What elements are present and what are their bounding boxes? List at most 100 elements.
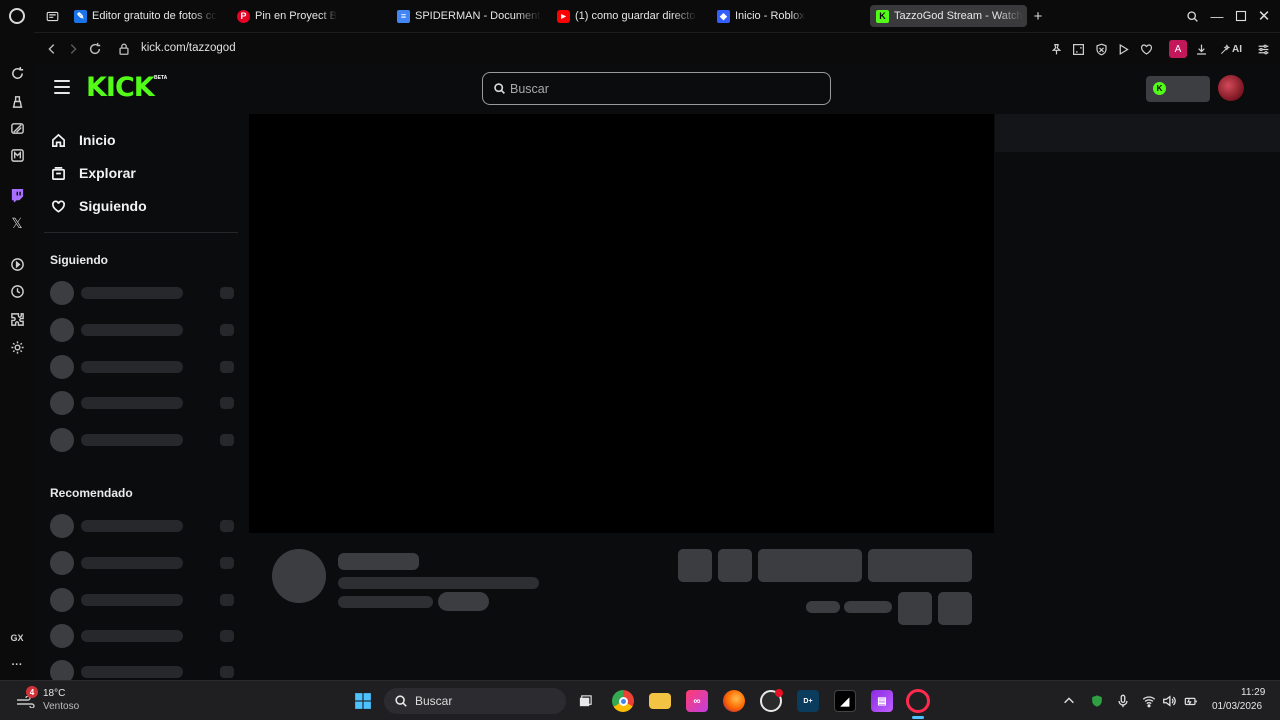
file-explorer-icon[interactable] [649, 693, 671, 709]
url-field[interactable]: kick.com/tazzogod [141, 42, 236, 54]
refresh-icon[interactable] [9, 65, 25, 81]
search-input[interactable]: Buscar [482, 72, 831, 105]
minimize-button[interactable]: — [1209, 8, 1225, 24]
maximize-button[interactable] [1233, 8, 1249, 24]
disney-plus-icon[interactable]: D+ [797, 690, 819, 712]
action-button-placeholder [678, 549, 712, 582]
kick-coin-icon: K [1153, 82, 1166, 95]
category-placeholder [338, 596, 433, 608]
pin-icon[interactable] [1048, 41, 1064, 57]
wand-icon [1221, 43, 1231, 54]
download-icon[interactable] [1193, 41, 1209, 57]
nav-item-explorar[interactable]: Explorar [50, 163, 136, 183]
pinterest-icon: P [237, 9, 250, 23]
more-button-placeholder [938, 592, 972, 625]
messenger-icon[interactable] [9, 147, 25, 163]
kick-logo[interactable]: KICK BETA [86, 74, 167, 102]
uptime-placeholder [844, 601, 892, 613]
chat-header-placeholder [995, 114, 1280, 152]
twitch-icon[interactable] [9, 187, 25, 203]
following-section-title: Siguiendo [50, 253, 108, 267]
kick-icon: K [876, 9, 889, 23]
nav-label-explorar: Explorar [79, 165, 136, 181]
show-hidden-icons[interactable] [1061, 693, 1076, 708]
close-button[interactable]: ✕ [1256, 8, 1272, 25]
windows-taskbar: 4 18°C Ventoso Buscar ∞ D+ ◢ ▤ 11:29 01/… [0, 680, 1280, 720]
settings-icon[interactable] [9, 339, 25, 355]
mods-icon[interactable] [9, 120, 25, 136]
microphone-icon[interactable] [1115, 693, 1130, 708]
start-icon[interactable] [352, 690, 374, 712]
firefox-icon[interactable] [723, 690, 745, 712]
weather-widget[interactable]: 4 18°C Ventoso [14, 685, 94, 717]
action-button-placeholder [868, 549, 972, 582]
more-icon[interactable]: ··· [9, 657, 25, 673]
nav-divider [44, 232, 238, 233]
following-skeleton-row [50, 428, 236, 452]
streamer-name-placeholder [338, 553, 419, 570]
easy-setup-icon[interactable] [1255, 41, 1271, 57]
tab-list-icon[interactable] [44, 8, 60, 24]
play-icon[interactable] [1115, 41, 1131, 57]
chrome-icon[interactable] [612, 690, 634, 712]
viewer-count-placeholder [806, 601, 840, 613]
search-icon [494, 83, 505, 94]
clean-icon[interactable] [9, 93, 25, 109]
battery-icon[interactable] [1183, 693, 1198, 708]
kick-header: KICK BETA Buscar K [34, 64, 1280, 114]
nav-item-inicio[interactable]: Inicio [50, 130, 116, 150]
lock-icon[interactable] [116, 41, 132, 57]
wifi-icon[interactable] [1141, 693, 1156, 708]
menu-icon[interactable] [54, 80, 70, 94]
extensions-icon[interactable] [9, 311, 25, 327]
search-placeholder: Buscar [510, 82, 549, 96]
video-player[interactable] [249, 114, 994, 533]
x-twitter-icon[interactable]: 𝕏 [9, 215, 25, 231]
adblock-icon[interactable] [1093, 41, 1109, 57]
creative-cloud-icon[interactable]: ∞ [686, 690, 708, 712]
share-button-placeholder [898, 592, 932, 625]
history-icon[interactable] [9, 283, 25, 299]
profile-badge[interactable]: A [1169, 40, 1187, 58]
app-icon-dark[interactable] [760, 689, 783, 712]
opera-gx-icon[interactable] [906, 689, 930, 713]
gx-label[interactable]: GX [8, 630, 26, 646]
forward-button[interactable] [65, 41, 81, 57]
tab-bar: ✎ Editor gratuito de fotos co P Pin en Pro… [34, 0, 1280, 32]
tab-roblox[interactable]: ◆ Inicio - Roblox [717, 5, 861, 27]
tab-pinterest[interactable]: P Pin en Proyect B [237, 5, 381, 27]
ai-button[interactable]: AI [1217, 41, 1245, 57]
back-button[interactable] [44, 41, 60, 57]
weather-condition: Ventoso [43, 701, 80, 712]
opera-logo-icon[interactable] [9, 8, 25, 24]
clock-time[interactable]: 11:29 [1241, 687, 1265, 698]
following-skeleton-row [50, 391, 236, 415]
photo-editor-icon: ✎ [74, 9, 87, 23]
favorite-heart-icon[interactable] [1138, 41, 1154, 57]
reload-button[interactable] [87, 41, 103, 57]
volume-icon[interactable] [1161, 693, 1176, 708]
nav-label-siguiendo: Siguiendo [79, 198, 147, 214]
weather-badge: 4 [26, 686, 38, 698]
kick-points-button[interactable]: K [1146, 76, 1210, 102]
snapshot-icon[interactable] [1070, 41, 1086, 57]
player-icon[interactable] [9, 256, 25, 272]
following-skeleton-row [50, 281, 236, 305]
task-view-icon[interactable] [574, 690, 596, 712]
tab-docs[interactable]: ≡ SPIDERMAN - Documento [397, 5, 541, 27]
tab-kick-active[interactable]: K TazzoGod Stream - Watch [870, 5, 1027, 27]
tab-youtube[interactable]: ▶ (1) como guardar directos [557, 5, 697, 27]
clock-date[interactable]: 01/03/2026 [1212, 701, 1262, 712]
capcut-icon[interactable]: ◢ [834, 690, 856, 712]
security-icon[interactable] [1089, 693, 1104, 708]
tab-photo-editor[interactable]: ✎ Editor gratuito de fotos co [74, 5, 218, 27]
following-skeleton-row [50, 318, 236, 342]
temperature: 18°C [43, 688, 66, 699]
clapper-icon[interactable]: ▤ [871, 690, 893, 712]
streamer-avatar-placeholder [272, 549, 326, 603]
taskbar-search[interactable]: Buscar [384, 688, 566, 714]
nav-item-siguiendo[interactable]: Siguiendo [50, 196, 147, 216]
search-tabs-icon[interactable] [1184, 8, 1200, 24]
avatar[interactable] [1218, 75, 1244, 101]
new-tab-button[interactable]: + [1030, 8, 1046, 25]
